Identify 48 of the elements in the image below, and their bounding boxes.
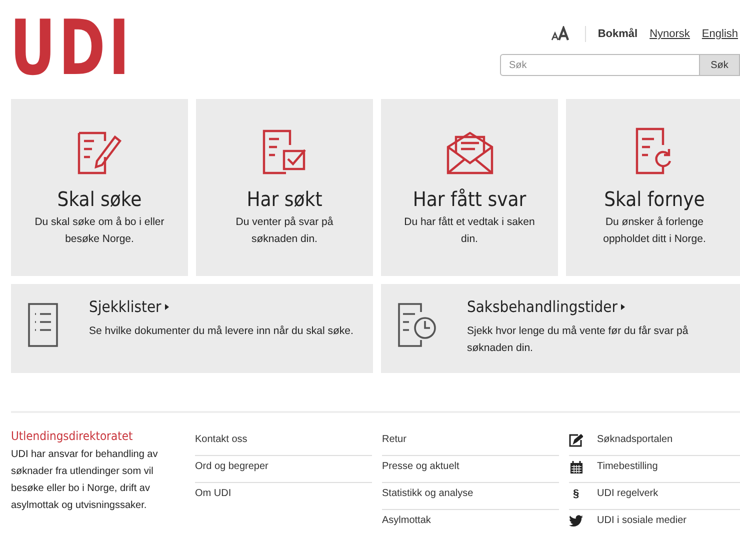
text-size-icon[interactable] (550, 26, 586, 42)
tile-description: Du har fått et vedtak i saken din. (403, 215, 536, 247)
footer-title: Utlendingsdirektoratet (11, 429, 134, 445)
edit-icon (569, 434, 583, 446)
tile-description: Sjekk hvor lenge du må vente før du får svar på søknaden din. (467, 324, 690, 356)
footer-link[interactable]: Kontakt oss (195, 429, 372, 456)
search-button[interactable]: Søk (700, 54, 740, 76)
category-tile[interactable]: Skal søke Du skal søke om å bo i eller besøke Norge. (11, 99, 188, 276)
footer-link[interactable]: Asylmottak (382, 510, 559, 537)
tile-title: Saksbehandlingstider (467, 298, 618, 317)
tile-title: Sjekklister (89, 298, 162, 317)
twitter-bird-icon (569, 515, 583, 527)
tile-description: Du venter på svar på søknaden din. (234, 215, 334, 247)
search-field[interactable]: Søk (500, 54, 700, 76)
footer-link[interactable]: Søknadsportalen (597, 429, 673, 451)
footer-link[interactable]: Statistikk og analyse (382, 483, 559, 510)
tile-title: Har fått svar (412, 187, 526, 211)
language-link[interactable]: Bokmål (598, 28, 638, 40)
document-clock-icon (397, 302, 437, 348)
info-tile[interactable]: Saksbehandlingstider Sjekk hvor lenge du må vente før du får svar på søknaden din. (381, 284, 740, 373)
footer-link[interactable]: Ord og begreper (195, 456, 372, 483)
language-link[interactable]: English (702, 28, 738, 40)
arrow-icon (621, 304, 626, 310)
category-tile[interactable]: Skal fornye Du ønsker å forlenge oppholdet ditt i Norge. (566, 99, 740, 276)
tile-description: Du ønsker å forlenge oppholdet ditt i Norge. (602, 215, 707, 247)
document-check-icon (262, 127, 308, 175)
info-tile[interactable]: Sjekklister Se hvilke dokumenter du må levere inn når du skal søke. (11, 284, 373, 373)
category-tile[interactable]: Har søkt Du venter på svar på søknaden din. (196, 99, 373, 276)
footer-link[interactable]: Presse og aktuelt (382, 456, 559, 483)
paragraph-icon: § (572, 488, 580, 500)
calendar-icon (570, 460, 582, 474)
footer-description: UDI har ansvar for behandling av søknader fra utlendinger som vil besøke eller bo i Norge, drift av asylmottak og utvisningssaker. (11, 448, 159, 513)
tile-description: Se hvilke dokumenter du må levere inn når du skal søke. (89, 324, 354, 339)
tile-title: Skal fornye (604, 187, 705, 211)
footer-link[interactable]: Timebestilling (597, 456, 658, 478)
open-envelope-icon (446, 131, 494, 175)
footer-link[interactable]: UDI regelverk (597, 483, 658, 505)
checklist-icon (27, 302, 59, 348)
udi-logo[interactable]: UDI (10, 10, 133, 78)
tile-title: Skal søke (57, 187, 142, 211)
category-tile[interactable]: Har fått svar Du har fått et vedtak i saken din. (381, 99, 558, 276)
arrow-icon (165, 304, 170, 310)
language-link[interactable]: Nynorsk (650, 28, 690, 40)
tile-title: Har søkt (246, 187, 322, 211)
footer-link[interactable]: Retur (382, 429, 559, 456)
footer-link[interactable]: Om UDI (195, 483, 372, 510)
tile-description: Du skal søke om å bo i eller besøke Norge. (34, 215, 166, 247)
footer-link[interactable]: UDI i sosiale medier (597, 510, 686, 532)
